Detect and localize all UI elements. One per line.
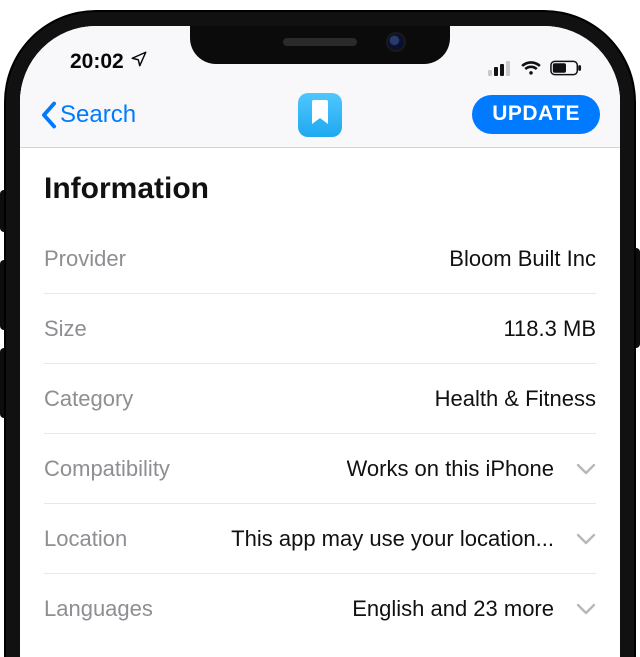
back-label: Search bbox=[60, 101, 136, 129]
battery-icon bbox=[550, 60, 582, 76]
update-button[interactable]: UPDATE bbox=[472, 95, 600, 134]
cellular-signal-icon bbox=[488, 60, 512, 76]
bookmark-icon bbox=[310, 99, 330, 130]
row-value: This app may use your location... bbox=[231, 526, 554, 552]
section-title: Information bbox=[44, 172, 596, 206]
chevron-down-icon bbox=[576, 463, 596, 475]
row-category: Category Health & Fitness bbox=[44, 364, 596, 434]
screen: 20:02 bbox=[20, 26, 620, 657]
row-value: 118.3 MB bbox=[503, 316, 596, 342]
row-value: Health & Fitness bbox=[435, 386, 596, 412]
chevron-down-icon bbox=[576, 533, 596, 545]
front-camera bbox=[388, 34, 404, 50]
row-label: Size bbox=[44, 316, 87, 342]
update-label: UPDATE bbox=[492, 102, 580, 125]
row-value: Works on this iPhone bbox=[347, 456, 554, 482]
nav-bar: Search UPDATE bbox=[20, 82, 620, 148]
row-label: Category bbox=[44, 386, 133, 412]
content: Information Provider Bloom Built Inc Siz… bbox=[20, 148, 620, 644]
notch bbox=[190, 24, 450, 64]
wifi-icon bbox=[520, 60, 542, 76]
row-languages[interactable]: Languages English and 23 more bbox=[44, 574, 596, 644]
row-location[interactable]: Location This app may use your location.… bbox=[44, 504, 596, 574]
speaker-grille bbox=[283, 38, 357, 46]
app-icon bbox=[298, 93, 342, 137]
row-label: Compatibility bbox=[44, 456, 170, 482]
location-services-icon bbox=[130, 50, 148, 74]
back-button[interactable]: Search bbox=[40, 101, 136, 129]
row-value: English and 23 more bbox=[352, 596, 554, 622]
clock-label: 20:02 bbox=[70, 50, 124, 74]
row-label: Location bbox=[44, 526, 127, 552]
row-provider: Provider Bloom Built Inc bbox=[44, 224, 596, 294]
phone-frame: 20:02 bbox=[6, 12, 634, 657]
row-size: Size 118.3 MB bbox=[44, 294, 596, 364]
row-value: Bloom Built Inc bbox=[449, 246, 596, 272]
row-label: Languages bbox=[44, 596, 153, 622]
row-label: Provider bbox=[44, 246, 126, 272]
chevron-left-icon bbox=[40, 101, 58, 129]
chevron-down-icon bbox=[576, 603, 596, 615]
row-compatibility[interactable]: Compatibility Works on this iPhone bbox=[44, 434, 596, 504]
